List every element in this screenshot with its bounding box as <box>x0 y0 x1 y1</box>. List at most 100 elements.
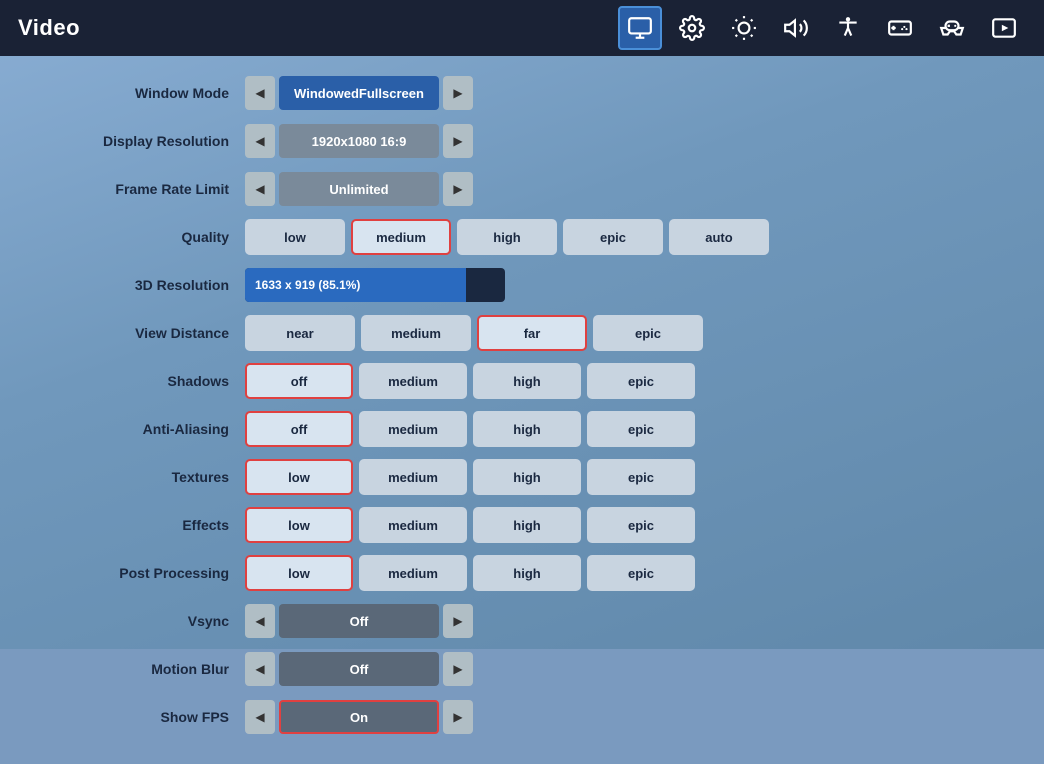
quality-medium[interactable]: medium <box>351 219 451 255</box>
show-fps-prev[interactable]: ◀ <box>245 700 275 734</box>
frame-rate-control: ◀ Unlimited ▶ <box>245 172 473 206</box>
anti-aliasing-row: Anti-Aliasing off medium high epic <box>60 410 984 448</box>
view-distance-medium[interactable]: medium <box>361 315 471 351</box>
vsync-next[interactable]: ▶ <box>443 604 473 638</box>
effects-row: Effects low medium high epic <box>60 506 984 544</box>
vsync-label: Vsync <box>60 613 245 629</box>
nav-monitor[interactable] <box>618 6 662 50</box>
post-processing-epic[interactable]: epic <box>587 555 695 591</box>
effects-high[interactable]: high <box>473 507 581 543</box>
content-area: Window Mode ◀ WindowedFullscreen ▶ Displ… <box>0 56 1044 764</box>
display-resolution-prev[interactable]: ◀ <box>245 124 275 158</box>
shadows-high[interactable]: high <box>473 363 581 399</box>
window-mode-next[interactable]: ▶ <box>443 76 473 110</box>
window-mode-control: ◀ WindowedFullscreen ▶ <box>245 76 473 110</box>
anti-aliasing-options: off medium high epic <box>245 411 695 447</box>
quality-epic[interactable]: epic <box>563 219 663 255</box>
show-fps-next[interactable]: ▶ <box>443 700 473 734</box>
show-fps-value: On <box>279 700 439 734</box>
3d-resolution-bar-bg[interactable]: 1633 x 919 (85.1%) <box>245 268 505 302</box>
frame-rate-prev[interactable]: ◀ <box>245 172 275 206</box>
vsync-row: Vsync ◀ Off ▶ <box>60 602 984 640</box>
post-processing-medium[interactable]: medium <box>359 555 467 591</box>
nav-brightness[interactable] <box>722 6 766 50</box>
window-mode-row: Window Mode ◀ WindowedFullscreen ▶ <box>60 74 984 112</box>
anti-aliasing-label: Anti-Aliasing <box>60 421 245 437</box>
post-processing-high[interactable]: high <box>473 555 581 591</box>
view-distance-label: View Distance <box>60 325 245 341</box>
view-distance-row: View Distance near medium far epic <box>60 314 984 352</box>
shadows-off[interactable]: off <box>245 363 353 399</box>
nav-audio[interactable] <box>774 6 818 50</box>
quality-high[interactable]: high <box>457 219 557 255</box>
effects-options: low medium high epic <box>245 507 695 543</box>
display-resolution-label: Display Resolution <box>60 133 245 149</box>
display-resolution-control: ◀ 1920x1080 16:9 ▶ <box>245 124 473 158</box>
shadows-row: Shadows off medium high epic <box>60 362 984 400</box>
post-processing-low[interactable]: low <box>245 555 353 591</box>
vsync-prev[interactable]: ◀ <box>245 604 275 638</box>
header: Video <box>0 0 1044 56</box>
nav-play[interactable] <box>982 6 1026 50</box>
motion-blur-control: ◀ Off ▶ <box>245 652 473 686</box>
post-processing-label: Post Processing <box>60 565 245 581</box>
page-title: Video <box>18 15 80 41</box>
quality-row: Quality low medium high epic auto <box>60 218 984 256</box>
quality-low[interactable]: low <box>245 219 345 255</box>
display-resolution-next[interactable]: ▶ <box>443 124 473 158</box>
textures-label: Textures <box>60 469 245 485</box>
anti-aliasing-epic[interactable]: epic <box>587 411 695 447</box>
effects-medium[interactable]: medium <box>359 507 467 543</box>
textures-options: low medium high epic <box>245 459 695 495</box>
shadows-label: Shadows <box>60 373 245 389</box>
quality-auto[interactable]: auto <box>669 219 769 255</box>
3d-resolution-bar-fill: 1633 x 919 (85.1%) <box>245 268 466 302</box>
show-fps-control: ◀ On ▶ <box>245 700 473 734</box>
app-container: Video <box>0 0 1044 649</box>
view-distance-near[interactable]: near <box>245 315 355 351</box>
textures-low[interactable]: low <box>245 459 353 495</box>
frame-rate-value: Unlimited <box>279 172 439 206</box>
anti-aliasing-medium[interactable]: medium <box>359 411 467 447</box>
nav-accessibility[interactable] <box>826 6 870 50</box>
window-mode-value: WindowedFullscreen <box>279 76 439 110</box>
anti-aliasing-high[interactable]: high <box>473 411 581 447</box>
nav-input[interactable] <box>878 6 922 50</box>
nav-icons <box>618 6 1026 50</box>
quality-label: Quality <box>60 229 245 245</box>
motion-blur-label: Motion Blur <box>60 661 245 677</box>
window-mode-prev[interactable]: ◀ <box>245 76 275 110</box>
motion-blur-next[interactable]: ▶ <box>443 652 473 686</box>
display-resolution-row: Display Resolution ◀ 1920x1080 16:9 ▶ <box>60 122 984 160</box>
3d-resolution-bar-container: 1633 x 919 (85.1%) <box>245 268 505 302</box>
shadows-medium[interactable]: medium <box>359 363 467 399</box>
anti-aliasing-off[interactable]: off <box>245 411 353 447</box>
view-distance-epic[interactable]: epic <box>593 315 703 351</box>
textures-medium[interactable]: medium <box>359 459 467 495</box>
3d-resolution-value: 1633 x 919 (85.1%) <box>255 278 360 292</box>
frame-rate-next[interactable]: ▶ <box>443 172 473 206</box>
vsync-value: Off <box>279 604 439 638</box>
3d-resolution-label: 3D Resolution <box>60 277 245 293</box>
window-mode-label: Window Mode <box>60 85 245 101</box>
shadows-options: off medium high epic <box>245 363 695 399</box>
show-fps-label: Show FPS <box>60 709 245 725</box>
effects-epic[interactable]: epic <box>587 507 695 543</box>
post-processing-row: Post Processing low medium high epic <box>60 554 984 592</box>
motion-blur-value: Off <box>279 652 439 686</box>
display-resolution-value: 1920x1080 16:9 <box>279 124 439 158</box>
vsync-control: ◀ Off ▶ <box>245 604 473 638</box>
quality-options: low medium high epic auto <box>245 219 769 255</box>
textures-epic[interactable]: epic <box>587 459 695 495</box>
frame-rate-label: Frame Rate Limit <box>60 181 245 197</box>
motion-blur-prev[interactable]: ◀ <box>245 652 275 686</box>
view-distance-far[interactable]: far <box>477 315 587 351</box>
3d-resolution-row: 3D Resolution 1633 x 919 (85.1%) <box>60 266 984 304</box>
effects-low[interactable]: low <box>245 507 353 543</box>
textures-row: Textures low medium high epic <box>60 458 984 496</box>
show-fps-row: Show FPS ◀ On ▶ <box>60 698 984 736</box>
textures-high[interactable]: high <box>473 459 581 495</box>
nav-controller[interactable] <box>930 6 974 50</box>
nav-gear[interactable] <box>670 6 714 50</box>
shadows-epic[interactable]: epic <box>587 363 695 399</box>
